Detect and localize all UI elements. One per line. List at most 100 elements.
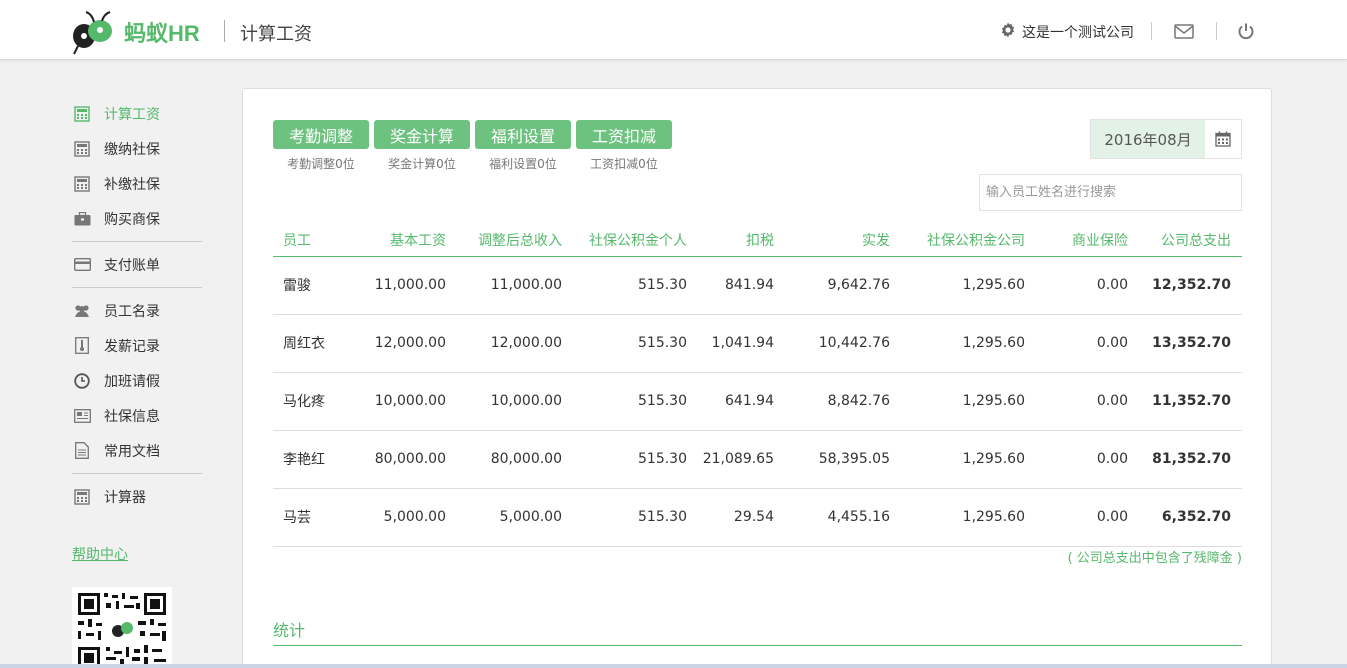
sidebar-item-documents[interactable]: 常用文档 — [72, 433, 202, 468]
mail-icon[interactable] — [1173, 20, 1195, 42]
document-icon — [72, 442, 92, 460]
sidebar-item-employees[interactable]: 员工名录 — [72, 293, 202, 328]
sidebar-item-label: 支付账单 — [104, 257, 160, 274]
table-row[interactable]: 雷骏 11,000.00 11,000.00 515.30 841.94 9,6… — [273, 256, 1242, 315]
sidebar-item-payroll-records[interactable]: 发薪记录 — [72, 328, 202, 363]
sidebar-item-commercial-insurance[interactable]: 购买商保 — [72, 201, 202, 236]
sidebar-item-label: 常用文档 — [104, 443, 160, 460]
logo-text: 蚂蚁HR — [124, 21, 200, 46]
commercial-insurance: 0.00 — [1036, 372, 1139, 431]
sidebar-item-back-pay[interactable]: 补缴社保 — [72, 166, 202, 201]
disability-fund-note: ( 公司总支出中包含了残障金 ) — [1067, 551, 1242, 566]
net-pay: 4,455.16 — [785, 488, 901, 547]
tab-bonus: 奖金计算 奖金计算0位 — [374, 120, 470, 172]
adjusted-income: 11,000.00 — [457, 256, 573, 315]
credit-card-icon — [72, 256, 92, 274]
welfare-settings-button[interactable]: 福利设置 — [475, 120, 571, 149]
column-header[interactable]: 社保公积金公司 — [901, 225, 1036, 257]
salary-deduction-button[interactable]: 工资扣减 — [576, 120, 672, 149]
bonus-calc-button[interactable]: 奖金计算 — [374, 120, 470, 149]
users-icon — [72, 302, 92, 320]
column-header[interactable]: 社保公积金个人 — [573, 225, 698, 257]
employee-name[interactable]: 雷骏 — [273, 256, 349, 315]
column-header[interactable]: 公司总支出 — [1139, 225, 1242, 257]
base-salary: 11,000.00 — [349, 256, 457, 315]
header-divider — [224, 20, 225, 42]
company-name: 这是一个测试公司 — [1022, 25, 1134, 41]
month-value[interactable]: 2016年08月 — [1091, 120, 1205, 158]
attendance-count: 考勤调整0位 — [287, 157, 355, 171]
month-picker[interactable]: 2016年08月 — [1090, 119, 1242, 159]
welfare-count: 福利设置0位 — [489, 157, 557, 171]
header-divider — [1216, 22, 1217, 40]
base-salary: 10,000.00 — [349, 372, 457, 431]
company-insurance: 1,295.60 — [901, 256, 1036, 315]
adjusted-income: 5,000.00 — [457, 488, 573, 547]
column-header[interactable]: 调整后总收入 — [457, 225, 573, 257]
employee-search-input[interactable] — [979, 174, 1242, 211]
company-insurance: 1,295.60 — [901, 430, 1036, 489]
sidebar-item-pay-bill[interactable]: 支付账单 — [72, 247, 202, 282]
personal-insurance: 515.30 — [573, 314, 698, 373]
power-icon[interactable] — [1235, 20, 1257, 42]
table-row[interactable]: 马芸 5,000.00 5,000.00 515.30 29.54 4,455.… — [273, 488, 1242, 547]
commercial-insurance: 0.00 — [1036, 488, 1139, 547]
personal-insurance: 515.30 — [573, 256, 698, 315]
employee-name[interactable]: 李艳红 — [273, 430, 349, 489]
net-pay: 9,642.76 — [785, 256, 901, 315]
employee-name[interactable]: 马芸 — [273, 488, 349, 547]
salary-table: 员工 基本工资 调整后总收入 社保公积金个人 扣税 实发 社保公积金公司 商业保… — [273, 225, 1242, 547]
top-header: 蚂蚁HR 计算工资 这是一个测试公司 — [0, 0, 1347, 60]
company-selector[interactable]: 这是一个测试公司 — [1000, 22, 1134, 42]
tax: 841.94 — [698, 256, 785, 315]
commercial-insurance: 0.00 — [1036, 256, 1139, 315]
header-divider — [1151, 22, 1152, 40]
personal-insurance: 515.30 — [573, 488, 698, 547]
help-center-link[interactable]: 帮助中心 — [72, 544, 128, 564]
sidebar-divider — [72, 287, 202, 288]
sidebar-item-overtime-leave[interactable]: 加班请假 — [72, 363, 202, 398]
sidebar-nav: 计算工资 缴纳社保 补缴社保 购买商保 支付账单 员工名录 发薪记录 加班请假 … — [72, 96, 202, 514]
company-total: 11,352.70 — [1139, 372, 1242, 431]
tax: 1,041.94 — [698, 314, 785, 373]
table-row[interactable]: 周红衣 12,000.00 12,000.00 515.30 1,041.94 … — [273, 314, 1242, 373]
sidebar-item-social-info[interactable]: 社保信息 — [72, 398, 202, 433]
column-header[interactable]: 基本工资 — [349, 225, 457, 257]
net-pay: 10,442.76 — [785, 314, 901, 373]
company-insurance: 1,295.60 — [901, 488, 1036, 547]
gear-icon — [1000, 22, 1022, 42]
column-header[interactable]: 商业保险 — [1036, 225, 1139, 257]
column-header[interactable]: 扣税 — [698, 225, 785, 257]
employee-name[interactable]: 周红衣 — [273, 314, 349, 373]
sidebar-item-social-insurance[interactable]: 缴纳社保 — [72, 131, 202, 166]
company-total: 13,352.70 — [1139, 314, 1242, 373]
table-row[interactable]: 李艳红 80,000.00 80,000.00 515.30 21,089.65… — [273, 430, 1242, 489]
statistics-divider — [273, 645, 1242, 646]
tab-attendance: 考勤调整 考勤调整0位 — [273, 120, 369, 172]
sidebar-item-label: 计算器 — [104, 489, 146, 506]
qr-code — [72, 587, 172, 668]
company-total: 81,352.70 — [1139, 430, 1242, 489]
calculator-icon — [72, 140, 92, 158]
sidebar-item-calc-salary[interactable]: 计算工资 — [72, 96, 202, 131]
employee-name[interactable]: 马化疼 — [273, 372, 349, 431]
thermometer-icon — [72, 337, 92, 355]
sidebar-item-label: 缴纳社保 — [104, 141, 160, 158]
sidebar-item-label: 加班请假 — [104, 373, 160, 390]
adjusted-income: 10,000.00 — [457, 372, 573, 431]
sidebar-item-calculator[interactable]: 计算器 — [72, 479, 202, 514]
column-header[interactable]: 实发 — [785, 225, 901, 257]
personal-insurance: 515.30 — [573, 430, 698, 489]
column-header[interactable]: 员工 — [273, 225, 349, 257]
tab-deduction: 工资扣减 工资扣减0位 — [576, 120, 672, 172]
briefcase-icon — [72, 210, 92, 228]
net-pay: 58,395.05 — [785, 430, 901, 489]
attendance-adjust-button[interactable]: 考勤调整 — [273, 120, 369, 149]
calendar-icon[interactable] — [1205, 120, 1241, 158]
salary-panel: 考勤调整 考勤调整0位 奖金计算 奖金计算0位 福利设置 福利设置0位 工资扣减… — [242, 88, 1272, 668]
sidebar-item-label: 员工名录 — [104, 303, 160, 320]
table-header-row: 员工 基本工资 调整后总收入 社保公积金个人 扣税 实发 社保公积金公司 商业保… — [273, 225, 1242, 257]
tax: 641.94 — [698, 372, 785, 431]
table-row[interactable]: 马化疼 10,000.00 10,000.00 515.30 641.94 8,… — [273, 372, 1242, 431]
base-salary: 5,000.00 — [349, 488, 457, 547]
